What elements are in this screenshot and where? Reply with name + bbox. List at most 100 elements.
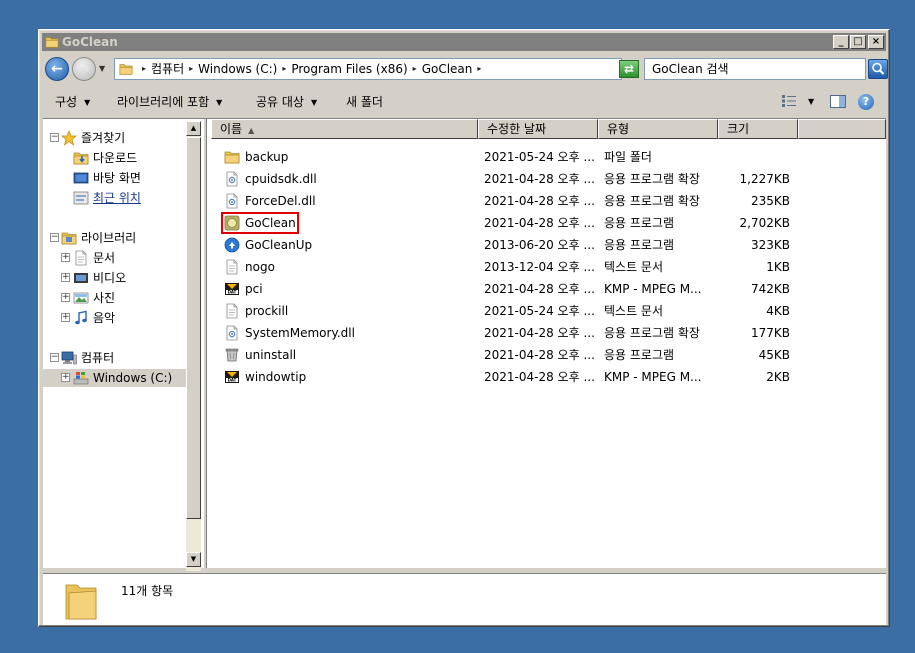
organize-menu[interactable]: 구성 ▼: [55, 87, 90, 117]
nav-pictures[interactable]: + 사진: [47, 289, 187, 307]
minimize-button[interactable]: _: [833, 35, 849, 49]
preview-pane-icon[interactable]: [830, 95, 846, 108]
scroll-up-button[interactable]: ▲: [186, 121, 201, 136]
expand-icon[interactable]: +: [61, 253, 70, 262]
navigation-pane: − 즐겨찾기 다운로드 바탕 화면 최근 위치 − 라이브러리 + 문서 + 비…: [43, 119, 198, 568]
nav-downloads[interactable]: 다운로드: [47, 149, 187, 167]
file-date-modified: 2021-04-28 오후 ...: [484, 326, 595, 340]
chevron-right-icon[interactable]: ▸: [282, 59, 286, 79]
breadcrumb-drive-c[interactable]: Windows (C:): [198, 59, 277, 79]
file-size: 235KB: [750, 194, 790, 208]
file-date-modified: 2021-05-24 오후 ...: [484, 304, 595, 318]
libraries-icon: [61, 230, 77, 246]
file-name: GoCleanUp: [245, 238, 313, 252]
search-button[interactable]: [868, 59, 888, 79]
file-name: uninstall: [245, 348, 297, 362]
column-header-name[interactable]: 이름 ▲: [211, 119, 478, 139]
arrow-left-icon: ←: [51, 61, 63, 77]
expand-icon[interactable]: +: [61, 273, 70, 282]
file-type: 응용 프로그램 확장: [604, 326, 700, 340]
file-row[interactable]: nogo 2013-12-04 오후 ... 텍스트 문서 1KB: [207, 256, 886, 278]
nav-videos[interactable]: + 비디오: [47, 269, 187, 287]
navigation-scrollbar[interactable]: ▲ ▼: [186, 121, 201, 571]
chevron-right-icon[interactable]: ▸: [477, 59, 481, 79]
scroll-down-button[interactable]: ▼: [186, 552, 201, 567]
breadcrumb: ▸ 컴퓨터 ▸ Windows (C:) ▸ Program Files (x8…: [137, 59, 486, 79]
nav-music[interactable]: + 음악: [47, 309, 187, 327]
expand-icon[interactable]: +: [61, 373, 70, 382]
uninstall-app-icon: [224, 347, 240, 363]
file-row[interactable]: GoClean 2021-04-28 오후 ... 응용 프로그램 2,702KB: [207, 212, 886, 234]
file-row[interactable]: cpuidsdk.dll 2021-04-28 오후 ... 응용 프로그램 확장 1…: [207, 168, 886, 190]
help-icon[interactable]: ?: [858, 94, 874, 110]
search-icon: [872, 62, 885, 75]
highlight-box: [221, 212, 299, 234]
close-button[interactable]: ×: [868, 35, 884, 49]
maximize-button[interactable]: □: [850, 35, 866, 49]
address-bar[interactable]: ▸ 컴퓨터 ▸ Windows (C:) ▸ Program Files (x8…: [114, 58, 678, 80]
file-size: 4KB: [766, 304, 790, 318]
title-bar[interactable]: GoClean _ □ ×: [42, 33, 886, 51]
file-date-modified: 2021-04-28 오후 ...: [484, 348, 595, 362]
dll-file-icon: [224, 325, 240, 341]
file-type: 응용 프로그램: [604, 216, 675, 230]
organize-label: 구성: [55, 95, 78, 109]
new-folder-button[interactable]: 새 폴더: [346, 87, 383, 117]
expand-icon[interactable]: +: [61, 293, 70, 302]
file-row[interactable]: uninstall 2021-04-28 오후 ... 응용 프로그램 45KB: [207, 344, 886, 366]
refresh-icon: ⇄: [623, 62, 635, 76]
collapse-icon[interactable]: −: [50, 353, 59, 362]
dat-file-icon: [224, 369, 240, 385]
chevron-right-icon[interactable]: ▸: [189, 59, 193, 79]
breadcrumb-goclean[interactable]: GoClean: [422, 59, 473, 79]
file-row[interactable]: ForceDel.dll 2021-04-28 오후 ... 응용 프로그램 확장 2…: [207, 190, 886, 212]
nav-libraries[interactable]: − 라이브러리: [47, 229, 187, 247]
forward-button[interactable]: →: [72, 57, 96, 81]
scrollbar-thumb[interactable]: [186, 137, 201, 519]
pictures-icon: [73, 292, 89, 304]
column-header-size[interactable]: 크기: [718, 119, 798, 139]
chevron-right-icon[interactable]: ▸: [142, 59, 146, 79]
back-button[interactable]: ←: [45, 57, 69, 81]
file-row[interactable]: windowtip 2021-04-28 오후 ... KMP - MPEG M..…: [207, 366, 886, 388]
nav-documents[interactable]: + 문서: [47, 249, 187, 267]
address-row: ← → ▼ ▸ 컴퓨터 ▸ Windows (C:) ▸ Program Fil…: [42, 54, 888, 84]
column-header-date[interactable]: 수정한 날짜: [478, 119, 598, 139]
collapse-icon[interactable]: −: [50, 133, 59, 142]
gocleanup-app-icon: [224, 237, 240, 253]
nav-desktop[interactable]: 바탕 화면: [47, 169, 187, 187]
file-row[interactable]: SystemMemory.dll 2021-04-28 오후 ... 응용 프로그램…: [207, 322, 886, 344]
star-icon: [61, 130, 77, 146]
column-header-type[interactable]: 유형: [598, 119, 718, 139]
window-title: GoClean: [62, 35, 118, 49]
nav-favorites[interactable]: − 즐겨찾기: [47, 129, 187, 147]
downloads-folder-icon: [73, 150, 89, 166]
nav-drive-c[interactable]: + Windows (C:): [43, 369, 186, 387]
text-file-icon: [224, 259, 240, 275]
file-row[interactable]: backup 2021-05-24 오후 ... 파일 폴더: [207, 146, 886, 168]
file-row[interactable]: pci 2021-04-28 오후 ... KMP - MPEG M... 742KB: [207, 278, 886, 300]
nav-music-label: 음악: [93, 311, 116, 325]
breadcrumb-computer[interactable]: 컴퓨터: [151, 59, 184, 79]
nav-computer[interactable]: − 컴퓨터: [47, 349, 187, 367]
recent-places-icon: [73, 191, 89, 205]
nav-recent-places[interactable]: 최근 위치: [47, 189, 187, 207]
breadcrumb-program-files[interactable]: Program Files (x86): [291, 59, 407, 79]
file-row[interactable]: GoCleanUp 2013-06-20 오후 ... 응용 프로그램 323KB: [207, 234, 886, 256]
view-options-dropdown[interactable]: ▼: [808, 87, 814, 117]
file-row[interactable]: prockill 2021-05-24 오후 ... 텍스트 문서 4KB: [207, 300, 886, 322]
file-size: 2KB: [766, 370, 790, 384]
nav-desktop-label: 바탕 화면: [93, 171, 141, 185]
nav-pictures-label: 사진: [93, 291, 116, 305]
share-with-menu[interactable]: 공유 대상 ▼: [256, 87, 317, 117]
window-controls: _ □ ×: [832, 35, 884, 49]
search-input[interactable]: GoClean 검색: [644, 58, 866, 80]
include-in-library-menu[interactable]: 라이브러리에 포함 ▼: [117, 87, 222, 117]
refresh-button[interactable]: ⇄: [619, 60, 639, 78]
recent-pages-dropdown[interactable]: ▼: [99, 64, 105, 73]
view-options-icon[interactable]: [782, 95, 796, 107]
expand-icon[interactable]: +: [61, 313, 70, 322]
collapse-icon[interactable]: −: [50, 233, 59, 242]
chevron-right-icon[interactable]: ▸: [413, 59, 417, 79]
file-type: 응용 프로그램: [604, 348, 675, 362]
